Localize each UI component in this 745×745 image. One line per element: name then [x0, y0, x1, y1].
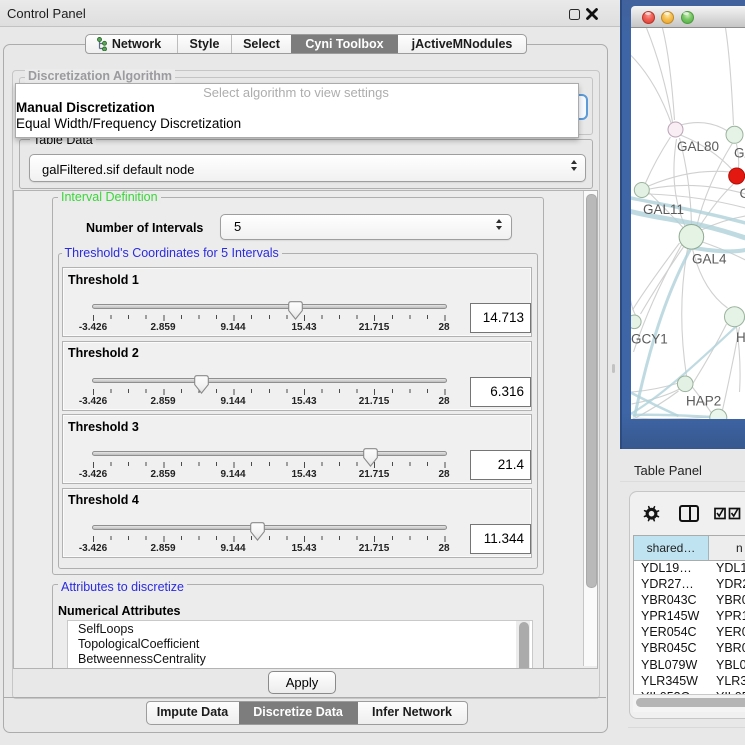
svg-text:H: H: [736, 330, 745, 345]
svg-text:HAP2: HAP2: [686, 394, 721, 409]
svg-text:GAL80: GAL80: [677, 139, 719, 154]
svg-text:GA: GA: [734, 146, 745, 161]
svg-text:GCY1: GCY1: [631, 332, 668, 347]
svg-text:GAL11: GAL11: [643, 202, 684, 217]
svg-text:C: C: [739, 186, 745, 201]
svg-text:GAL4: GAL4: [692, 252, 727, 267]
